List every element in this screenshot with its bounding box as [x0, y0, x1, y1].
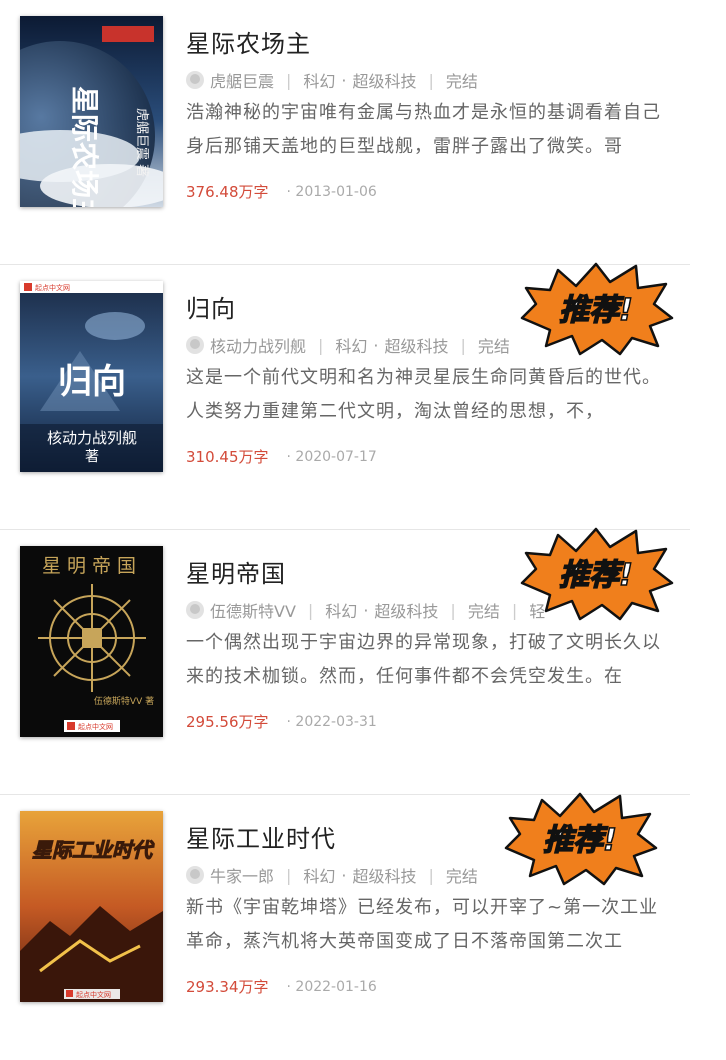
list-item[interactable]: 星明帝国 伍德斯特VV 著 起点中文网 星明帝国 伍德斯特VV | 科幻 · 超…	[0, 527, 690, 795]
author-avatar-icon	[186, 71, 204, 89]
dot-separator: ·	[341, 70, 347, 90]
subcategory-label[interactable]: 超级科技	[353, 863, 417, 887]
word-count: 293.34万字	[186, 978, 269, 996]
cover-author-text: 虎艍巨震 著	[134, 108, 149, 177]
dot-separator: ·	[373, 335, 379, 355]
cover-publisher-text: 起点中文网	[76, 990, 111, 999]
word-count: 376.48万字	[186, 183, 269, 201]
category-label[interactable]: 科幻	[303, 68, 335, 92]
book-title[interactable]: 星际农场主	[186, 24, 311, 59]
book-title[interactable]: 星明帝国	[186, 554, 286, 589]
book-meta: 虎艍巨震 | 科幻 · 超级科技 | 完结	[186, 68, 676, 92]
badge-text: 推荐!	[543, 823, 617, 858]
book-title[interactable]: 星际工业时代	[186, 819, 336, 854]
divider: |	[428, 70, 434, 90]
cover-author-text: 伍德斯特VV 著	[94, 695, 154, 707]
cover-publisher-text: 起点中文网	[78, 722, 113, 731]
recommend-badge: 推荐!	[520, 262, 674, 356]
cover-title-text: 星明帝国	[42, 555, 142, 577]
word-count: 295.56万字	[186, 713, 269, 731]
book-cover[interactable]: 星际工业时代 起点中文网	[20, 811, 163, 1002]
update-date: · 2022-01-16	[286, 978, 377, 995]
book-description: 浩瀚神秘的宇宙唯有金属与热血才是永恒的基调看着自己身后那铺天盖地的巨型战舰，雷胖…	[186, 102, 661, 157]
update-date: · 2022-03-31	[286, 713, 377, 730]
recommend-badge: 推荐!	[520, 527, 674, 621]
book-cover[interactable]: 起点中文网 归向 核动力战列舰 著	[20, 281, 163, 472]
cover-author-text: 核动力战列舰	[47, 429, 137, 447]
category-label[interactable]: 科幻	[335, 333, 367, 357]
author-name[interactable]: 牛家一郎	[210, 863, 274, 887]
divider: |	[428, 865, 434, 885]
list-item[interactable]: 星际农场主 虎艍巨震 著 星际农场主 虎艍巨震 | 科幻 · 超级科技 | 完结…	[0, 0, 690, 265]
book-cover[interactable]: 星明帝国 伍德斯特VV 著 起点中文网	[20, 546, 163, 737]
divider: |	[307, 600, 314, 620]
status-label: 完结	[445, 72, 478, 91]
cover-title-text: 星际农场主	[68, 86, 101, 207]
list-item[interactable]: 起点中文网 归向 核动力战列舰 著 归向 核动力战列舰 | 科幻 · 超级科技 …	[0, 262, 690, 530]
badge-text: 推荐!	[559, 558, 633, 593]
category-label[interactable]: 科幻	[303, 863, 335, 887]
date-value: 2020-07-17	[295, 448, 377, 465]
author-avatar-icon	[186, 336, 204, 354]
author-name[interactable]: 伍德斯特VV	[210, 598, 296, 622]
badge-text: 推荐!	[559, 293, 633, 328]
divider: |	[286, 865, 292, 885]
book-list: 星际农场主 虎艍巨震 著 星际农场主 虎艍巨震 | 科幻 · 超级科技 | 完结…	[0, 0, 726, 1060]
book-description: 这是一个前代文明和名为神灵星辰生命同黄昏后的世代。人类努力重建第二代文明，淘汰曾…	[186, 367, 661, 422]
cover-title-text: 归向	[58, 362, 126, 402]
category-label[interactable]: 科幻	[325, 598, 357, 622]
book-stats: 376.48万字 · 2013-01-06	[186, 181, 377, 202]
author-name[interactable]: 虎艍巨震	[210, 68, 274, 92]
cover-author-suffix: 著	[85, 449, 99, 465]
status-label: 完结	[477, 337, 510, 356]
author-avatar-icon	[186, 866, 204, 884]
divider: |	[450, 600, 456, 620]
book-stats: 310.45万字 · 2020-07-17	[186, 446, 377, 467]
status-label: 完结	[467, 602, 500, 621]
dot-separator: ·	[341, 865, 347, 885]
update-date: · 2020-07-17	[286, 448, 377, 465]
author-name[interactable]: 核动力战列舰	[210, 333, 306, 357]
subcategory-label[interactable]: 超级科技	[385, 333, 449, 357]
cover-publisher-text: 起点中文网	[35, 283, 70, 292]
author-avatar-icon	[186, 601, 204, 619]
dot-separator: ·	[363, 600, 369, 620]
cover-title-text: 星际工业时代	[32, 838, 155, 862]
date-value: 2022-03-31	[295, 713, 377, 730]
date-value: 2022-01-16	[295, 978, 377, 995]
divider: |	[318, 335, 324, 355]
status-label: 完结	[445, 867, 478, 886]
book-stats: 293.34万字 · 2022-01-16	[186, 976, 377, 997]
book-description: 新书《宇宙乾坤塔》已经发布，可以开宰了~第一次工业革命，蒸汽机将大英帝国变成了日…	[186, 897, 659, 952]
divider: |	[286, 70, 292, 90]
list-item[interactable]: 星际工业时代 起点中文网 星际工业时代 牛家一郎 | 科幻 · 超级科技 | 完…	[0, 792, 690, 1060]
book-stats: 295.56万字 · 2022-03-31	[186, 711, 377, 732]
divider: |	[460, 335, 466, 355]
subcategory-label[interactable]: 超级科技	[353, 68, 417, 92]
update-date: · 2013-01-06	[286, 183, 377, 200]
date-value: 2013-01-06	[295, 183, 377, 200]
book-title[interactable]: 归向	[186, 289, 236, 324]
word-count: 310.45万字	[186, 448, 269, 466]
book-cover[interactable]: 星际农场主 虎艍巨震 著	[20, 16, 163, 207]
recommend-badge: 推荐!	[504, 792, 658, 886]
subcategory-label[interactable]: 超级科技	[374, 598, 438, 622]
book-description: 一个偶然出现于宇宙边界的异常现象，打破了文明长久以来的技术枷锁。然而，任何事件都…	[186, 632, 661, 687]
